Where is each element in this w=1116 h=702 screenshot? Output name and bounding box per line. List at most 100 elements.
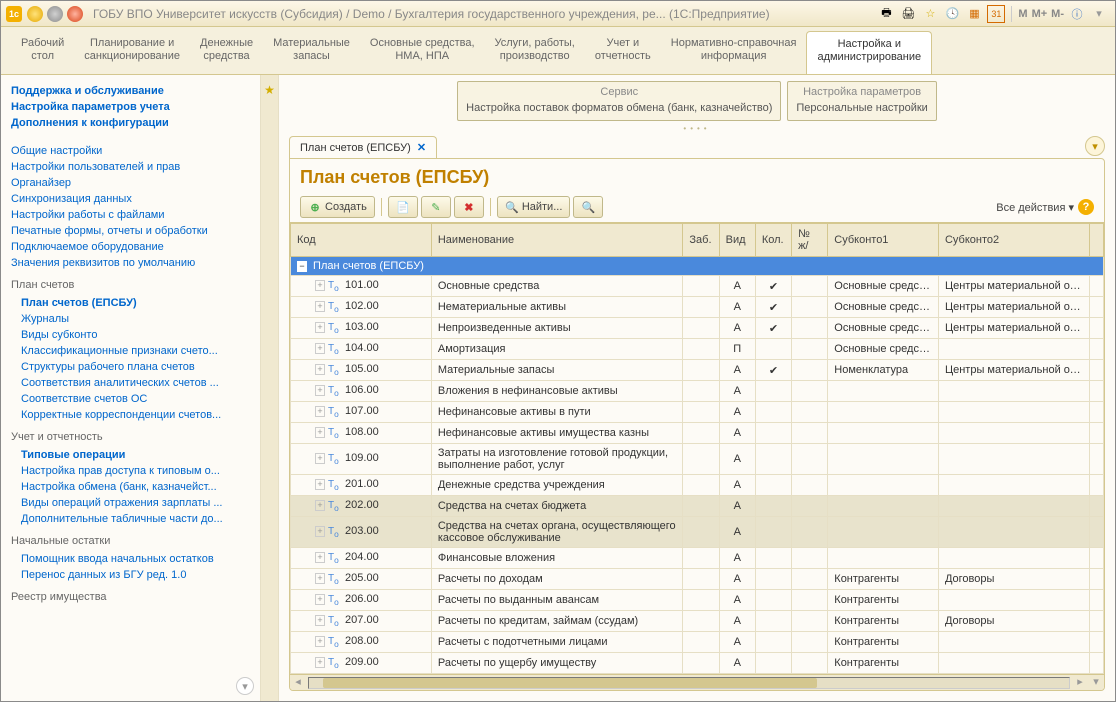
sidebar-link[interactable]: Соответствия аналитических счетов ... [11, 375, 250, 391]
info-icon[interactable]: ⓘ [1068, 5, 1086, 23]
grid-row[interactable]: +To 205.00Расчеты по доходамАКонтрагенты… [291, 569, 1104, 590]
grid-header[interactable]: № ж/ [792, 224, 828, 257]
expand-icon[interactable]: + [315, 657, 325, 668]
panel-link[interactable]: Настройка поставок форматов обмена (банк… [466, 100, 772, 116]
expand-icon[interactable]: + [315, 479, 325, 490]
sidebar-link[interactable]: Классификационные признаки счето... [11, 343, 250, 359]
sidebar-link[interactable]: Печатные формы, отчеты и обработки [11, 223, 250, 239]
sidebar-link[interactable]: Общие настройки [11, 143, 250, 159]
favorites-strip[interactable]: ★ [261, 75, 279, 701]
grid-row[interactable]: +To 102.00Нематериальные активыА✔Основны… [291, 297, 1104, 318]
copy-button[interactable]: 📄 [388, 196, 418, 218]
sidebar-link[interactable]: Виды операций отражения зарплаты ... [11, 495, 250, 511]
find-button[interactable]: 🔍 Найти... [497, 196, 571, 218]
grid-header[interactable]: Субконто2 [938, 224, 1089, 257]
sidebar-link[interactable]: Синхронизация данных [11, 191, 250, 207]
grid-header[interactable]: Код [291, 224, 432, 257]
grid-row[interactable]: +To 204.00Финансовые вложенияА [291, 548, 1104, 569]
sidebar-link[interactable]: Структуры рабочего плана счетов [11, 359, 250, 375]
content-tab[interactable]: План счетов (ЕПСБУ) ✕ [289, 136, 437, 158]
grid-row[interactable]: +To 104.00АмортизацияПОсновные средства [291, 339, 1104, 360]
sidebar-link[interactable]: Помощник ввода начальных остатков [11, 551, 250, 567]
close-tab-icon[interactable]: ✕ [417, 141, 426, 154]
expand-icon[interactable]: + [315, 500, 325, 511]
grid-row[interactable]: +To 210.00Прочие расчеты с дебиторамиАКо… [291, 674, 1104, 675]
expand-icon[interactable]: + [315, 636, 325, 647]
main-tab[interactable]: Планирование исанкционирование [74, 31, 190, 74]
sidebar-link[interactable]: Дополнения к конфигурации [11, 115, 250, 131]
m-plus-button[interactable]: M+ [1030, 8, 1050, 20]
create-button[interactable]: ⊕ Создать [300, 196, 375, 218]
main-tab[interactable]: Материальныезапасы [263, 31, 360, 74]
favorite-icon[interactable]: ☆ [921, 5, 939, 23]
grid-row[interactable]: +To 106.00Вложения в нефинансовые активы… [291, 381, 1104, 402]
main-tab[interactable]: Услуги, работы,производство [485, 31, 585, 74]
m-minus-button[interactable]: M- [1049, 8, 1066, 20]
expand-icon[interactable]: + [315, 301, 325, 312]
grid-row[interactable]: +To 108.00Нефинансовые активы имущества … [291, 423, 1104, 444]
calendar-icon[interactable]: 31 [987, 5, 1005, 23]
grid-row[interactable]: +To 103.00Непроизведенные активыА✔Основн… [291, 318, 1104, 339]
sidebar-link[interactable]: Типовые операции [11, 447, 250, 463]
grid-row[interactable]: +To 207.00Расчеты по кредитам, займам (с… [291, 611, 1104, 632]
sidebar-link[interactable]: Подключаемое оборудование [11, 239, 250, 255]
grid-row[interactable]: +To 202.00Средства на счетах бюджетаА [291, 496, 1104, 517]
minimize-icon[interactable] [27, 6, 43, 22]
edit-button[interactable]: ✎ [421, 196, 451, 218]
main-tab[interactable]: Рабочийстол [11, 31, 74, 74]
grid-header[interactable]: Вид [719, 224, 755, 257]
print-icon[interactable]: 🖶 [877, 5, 895, 23]
expand-icon[interactable]: + [315, 594, 325, 605]
expand-icon[interactable]: + [315, 573, 325, 584]
expand-icon[interactable]: + [315, 406, 325, 417]
grid-header[interactable]: Заб. [683, 224, 719, 257]
calculator-icon[interactable]: ▦ [965, 5, 983, 23]
grid-header[interactable]: Субконто1 [828, 224, 939, 257]
sidebar-link[interactable]: Значения реквизитов по умолчанию [11, 255, 250, 271]
sidebar-link[interactable]: Настройки работы с файлами [11, 207, 250, 223]
main-tab[interactable]: Учет иотчетность [585, 31, 661, 74]
grid-row[interactable]: +To 206.00Расчеты по выданным авансамАКо… [291, 590, 1104, 611]
sidebar-link[interactable]: Настройка параметров учета [11, 99, 250, 115]
sidebar-link[interactable]: Настройка прав доступа к типовым о... [11, 463, 250, 479]
grid-group-row[interactable]: − План счетов (ЕПСБУ) [291, 257, 1104, 276]
grid-row[interactable]: +To 209.00Расчеты по ущербу имуществуАКо… [291, 653, 1104, 674]
expand-icon[interactable]: + [315, 280, 325, 291]
expand-icon[interactable]: + [315, 343, 325, 354]
sidebar-link[interactable]: Корректные корреспонденции счетов... [11, 407, 250, 423]
sidebar-link[interactable]: Журналы [11, 311, 250, 327]
clear-find-button[interactable]: 🔍 [573, 196, 603, 218]
maximize-icon[interactable] [47, 6, 63, 22]
expand-icon[interactable]: + [315, 385, 325, 396]
sidebar-link[interactable]: Органайзер [11, 175, 250, 191]
grid-row[interactable]: +To 105.00Материальные запасыА✔Номенклат… [291, 360, 1104, 381]
main-tab[interactable]: Денежныесредства [190, 31, 263, 74]
main-tab[interactable]: Нормативно-справочнаяинформация [661, 31, 807, 74]
delete-button[interactable]: ✖ [454, 196, 484, 218]
expand-icon[interactable]: + [315, 453, 325, 464]
grid-header[interactable]: Наименование [431, 224, 683, 257]
expand-icon[interactable]: + [315, 552, 325, 563]
grid-row[interactable]: +To 109.00Затраты на изготовление готово… [291, 444, 1104, 475]
m-button[interactable]: M [1016, 8, 1029, 20]
sidebar-link[interactable]: Дополнительные табличные части до... [11, 511, 250, 527]
sidebar-link[interactable]: Виды субконто [11, 327, 250, 343]
expand-icon[interactable]: + [315, 364, 325, 375]
expand-icon[interactable]: − [297, 261, 307, 272]
grid[interactable]: КодНаименованиеЗаб.ВидКол.№ ж/Субконто1С… [290, 222, 1104, 674]
sidebar-expand-icon[interactable]: ▾ [236, 677, 254, 695]
grid-row[interactable]: +To 101.00Основные средстваА✔Основные ср… [291, 276, 1104, 297]
close-icon[interactable] [67, 6, 83, 22]
main-tab[interactable]: Основные средства,НМА, НПА [360, 31, 485, 74]
expand-icon[interactable]: + [315, 322, 325, 333]
collapse-icon[interactable]: ▾ [1085, 136, 1105, 156]
grid-row[interactable]: +To 203.00Средства на счетах органа, осу… [291, 517, 1104, 548]
all-actions-button[interactable]: Все действия ▾ [996, 201, 1074, 214]
scrollbar-horizontal[interactable]: ◂ ▸ ▾ [290, 674, 1104, 690]
main-tab[interactable]: Настройка иадминистрирование [806, 31, 932, 74]
sidebar-link[interactable]: Настройка обмена (банк, казначейст... [11, 479, 250, 495]
help-icon[interactable]: ? [1078, 199, 1094, 215]
history-icon[interactable]: 🕓 [943, 5, 961, 23]
expand-icon[interactable]: + [315, 526, 325, 537]
grid-row[interactable]: +To 208.00Расчеты с подотчетными лицамиА… [291, 632, 1104, 653]
